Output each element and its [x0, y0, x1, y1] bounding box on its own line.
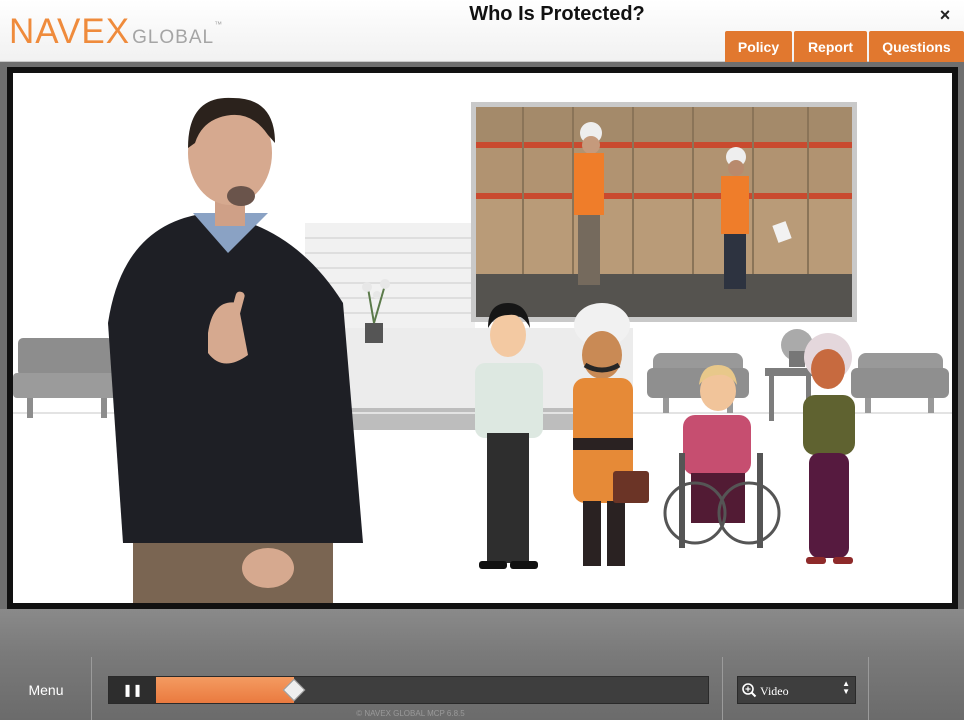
- tab-questions[interactable]: Questions: [869, 31, 964, 62]
- logo-trademark: ™: [214, 20, 223, 29]
- video-scene: [13, 97, 952, 603]
- navex-global-logo: NAVEX GLOBAL ™: [9, 12, 222, 52]
- menu-button[interactable]: Menu: [14, 680, 78, 700]
- divider: [868, 657, 869, 720]
- tab-policy[interactable]: Policy: [725, 31, 792, 62]
- warehouse-video-inset: [471, 102, 857, 322]
- copyright-text: © NAVEX GLOBAL MCP 6.8.5: [356, 709, 465, 718]
- magnifier-icon: [742, 683, 757, 698]
- player-control-bar: Menu ❚❚ Video ▲ ▼ © NAVEX GLOBAL MCP 6.8.…: [0, 609, 964, 720]
- page-title: Who Is Protected?: [469, 3, 645, 25]
- left-sofa: [13, 338, 123, 418]
- header-bar: NAVEX GLOBAL ™ Who Is Protected? × Polic…: [0, 0, 964, 62]
- view-mode-select[interactable]: Video ▲ ▼: [737, 676, 856, 704]
- waiting-area-chairs: [647, 329, 949, 421]
- presenter-figure: [108, 97, 363, 603]
- select-arrows-icon: ▲ ▼: [842, 679, 850, 696]
- pause-button[interactable]: ❚❚: [109, 677, 156, 703]
- view-mode-value: Video: [760, 684, 789, 698]
- close-icon[interactable]: ×: [935, 5, 955, 25]
- header-tabs: Policy Report Questions: [725, 31, 964, 62]
- cartoon-elderly-woman: [803, 333, 855, 564]
- progress-fill: [156, 677, 294, 703]
- tab-report[interactable]: Report: [794, 31, 867, 62]
- logo-main-text: NAVEX: [9, 12, 131, 51]
- progress-bar[interactable]: ❚❚: [108, 676, 709, 704]
- logo-sub-text: GLOBAL: [132, 27, 215, 48]
- video-stage[interactable]: [13, 73, 952, 603]
- video-frame: [7, 67, 958, 609]
